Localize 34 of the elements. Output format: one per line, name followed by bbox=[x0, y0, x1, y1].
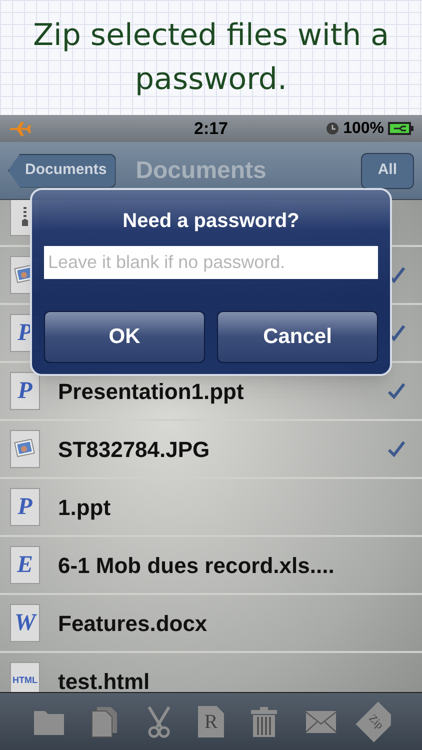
dialog-title: Need a password? bbox=[122, 209, 300, 234]
battery-text: 100% bbox=[343, 118, 384, 138]
airplane-icon bbox=[8, 120, 32, 136]
battery-icon bbox=[388, 122, 414, 135]
file-name: ST832784.JPG bbox=[58, 436, 210, 464]
file-name: 1.ppt bbox=[58, 494, 111, 522]
caption-text: Zip selected files with a bbox=[32, 16, 390, 54]
file-row[interactable]: ST832784.JPG bbox=[0, 421, 422, 479]
dialog-button[interactable]: Cancel bbox=[217, 311, 378, 363]
file-type-icon: P bbox=[10, 488, 40, 526]
caption-text: password. bbox=[135, 60, 287, 98]
all-button[interactable]: All bbox=[360, 152, 414, 188]
back-button[interactable]: Documents bbox=[8, 154, 116, 188]
file-type-icon: E bbox=[10, 546, 40, 584]
file-name: test.html bbox=[58, 668, 150, 692]
scissors-icon[interactable] bbox=[146, 706, 172, 738]
envelope-icon[interactable] bbox=[304, 710, 337, 734]
image-file-icon bbox=[10, 430, 40, 468]
file-row[interactable]: E 6-1 Mob dues record.xls.... bbox=[0, 537, 422, 595]
file-name: Features.docx bbox=[58, 610, 208, 638]
password-field[interactable]: Leave it blank if no password. bbox=[44, 246, 378, 279]
dialog-button[interactable]: OK bbox=[44, 311, 205, 363]
file-name: Presentation1.ppt bbox=[58, 378, 244, 406]
clock-icon bbox=[326, 122, 340, 135]
file-name: 6-1 Mob dues record.xls.... bbox=[58, 552, 334, 580]
trash-icon[interactable] bbox=[250, 706, 278, 738]
file-row[interactable]: P 1.ppt bbox=[0, 479, 422, 537]
navigation-title: Documents bbox=[136, 156, 266, 186]
clock-text: 2:17 bbox=[194, 118, 228, 140]
copy-icon[interactable] bbox=[91, 706, 120, 738]
file-type-icon: W bbox=[10, 604, 40, 642]
file-type-icon: HTML bbox=[10, 662, 40, 692]
file-type-icon: P bbox=[10, 372, 40, 410]
file-row[interactable]: W Features.docx bbox=[0, 595, 422, 653]
